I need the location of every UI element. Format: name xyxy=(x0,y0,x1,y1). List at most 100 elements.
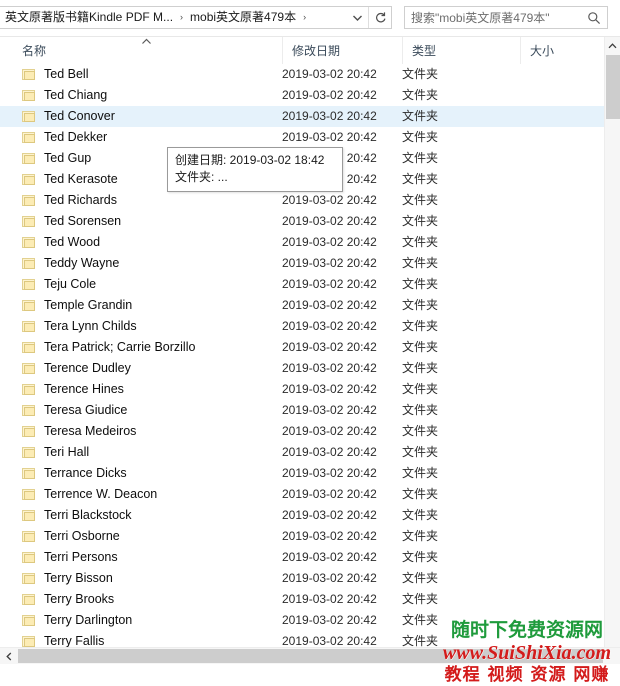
table-row[interactable]: Tera Lynn Childs 2019-03-02 20:42 文件夹 xyxy=(0,316,604,337)
scroll-left-arrow-icon[interactable] xyxy=(0,648,17,664)
row-name-cell[interactable]: Terry Bisson xyxy=(22,568,113,589)
row-type-cell: 文件夹 xyxy=(402,109,439,123)
row-name-cell[interactable]: Terence Hines xyxy=(22,379,124,400)
row-name-cell[interactable]: Terri Blackstock xyxy=(22,505,132,526)
breadcrumb-item-parent[interactable]: 英文原著版书籍Kindle PDF M... xyxy=(2,8,176,27)
row-name-cell[interactable]: Teresa Giudice xyxy=(22,400,127,421)
table-row[interactable]: Ted Bell 2019-03-02 20:42 文件夹 xyxy=(0,64,604,85)
row-date-cell: 2019-03-02 20:42 xyxy=(282,256,377,270)
column-header-size-label: 大小 xyxy=(530,44,555,58)
row-name-cell[interactable]: Ted Wood xyxy=(22,232,100,253)
table-row[interactable]: Terry Bisson 2019-03-02 20:42 文件夹 xyxy=(0,568,604,589)
row-name-cell[interactable]: Teri Hall xyxy=(22,442,89,463)
row-name-cell[interactable]: Terrence W. Deacon xyxy=(22,484,157,505)
row-name-cell[interactable]: Teju Cole xyxy=(22,274,96,295)
table-row[interactable]: Teri Hall 2019-03-02 20:42 文件夹 xyxy=(0,442,604,463)
folder-name-label: Ted Bell xyxy=(44,67,89,81)
row-type-cell: 文件夹 xyxy=(402,487,439,501)
folder-name-label: Ted Sorensen xyxy=(44,214,122,228)
search-box[interactable]: 搜索"mobi英文原著479本" xyxy=(404,6,608,29)
refresh-icon[interactable] xyxy=(368,7,391,28)
table-row[interactable]: Terrence W. Deacon 2019-03-02 20:42 文件夹 xyxy=(0,484,604,505)
table-row[interactable]: Teju Cole 2019-03-02 20:42 文件夹 xyxy=(0,274,604,295)
row-name-cell[interactable]: Ted Sorensen xyxy=(22,211,121,232)
column-header-type[interactable]: 类型 xyxy=(402,37,520,64)
row-name-cell[interactable]: Ted Dekker xyxy=(22,127,107,148)
address-bar[interactable]: 英文原著版书籍Kindle PDF M... › mobi英文原著479本 › xyxy=(0,6,392,29)
table-row[interactable]: Ted Richards 2019-03-02 20:42 文件夹 xyxy=(0,190,604,211)
table-row[interactable]: Ted Sorensen 2019-03-02 20:42 文件夹 xyxy=(0,211,604,232)
search-input[interactable]: 搜索"mobi英文原著479本" xyxy=(405,9,581,26)
table-row[interactable]: Terry Brooks 2019-03-02 20:42 文件夹 xyxy=(0,589,604,610)
table-row[interactable]: Terence Hines 2019-03-02 20:42 文件夹 xyxy=(0,379,604,400)
row-date-cell: 2019-03-02 20:42 xyxy=(282,445,377,459)
horizontal-scrollbar[interactable] xyxy=(0,647,620,664)
table-row[interactable]: Terry Darlington 2019-03-02 20:42 文件夹 xyxy=(0,610,604,631)
table-row[interactable]: Terri Persons 2019-03-02 20:42 文件夹 xyxy=(0,547,604,568)
table-row[interactable]: Terrance Dicks 2019-03-02 20:42 文件夹 xyxy=(0,463,604,484)
table-row[interactable]: Tera Patrick; Carrie Borzillo 2019-03-02 … xyxy=(0,337,604,358)
column-header-date[interactable]: 修改日期 xyxy=(282,37,402,64)
row-type-cell: 文件夹 xyxy=(402,277,439,291)
folder-name-label: Terri Osborne xyxy=(44,529,120,543)
table-row[interactable]: Ted Chiang 2019-03-02 20:42 文件夹 xyxy=(0,85,604,106)
folder-icon xyxy=(22,236,36,249)
row-type-cell: 文件夹 xyxy=(402,298,439,312)
vertical-scrollbar[interactable] xyxy=(604,37,620,654)
breadcrumb[interactable]: 英文原著版书籍Kindle PDF M... › mobi英文原著479本 › xyxy=(0,7,346,28)
table-row[interactable]: Temple Grandin 2019-03-02 20:42 文件夹 xyxy=(0,295,604,316)
row-type-cell: 文件夹 xyxy=(402,508,439,522)
row-name-cell[interactable]: Ted Bell xyxy=(22,64,88,85)
table-row[interactable]: Terence Dudley 2019-03-02 20:42 文件夹 xyxy=(0,358,604,379)
row-name-cell[interactable]: Tera Lynn Childs xyxy=(22,316,137,337)
row-name-cell[interactable]: Terry Darlington xyxy=(22,610,132,631)
row-date-cell: 2019-03-02 20:42 xyxy=(282,403,377,417)
row-name-cell[interactable]: Ted Kerasote xyxy=(22,169,118,190)
folder-name-label: Ted Chiang xyxy=(44,88,108,102)
row-type-cell: 文件夹 xyxy=(402,403,439,417)
table-row[interactable]: Teresa Giudice 2019-03-02 20:42 文件夹 xyxy=(0,400,604,421)
row-date-cell: 2019-03-02 20:42 xyxy=(282,613,377,627)
row-date-cell: 2019-03-02 20:42 xyxy=(282,88,377,102)
chevron-down-icon[interactable] xyxy=(346,7,368,28)
vertical-scrollbar-thumb[interactable] xyxy=(606,55,620,119)
row-name-cell[interactable]: Terrance Dicks xyxy=(22,463,127,484)
row-name-cell[interactable]: Ted Chiang xyxy=(22,85,107,106)
table-row[interactable]: Ted Dekker 2019-03-02 20:42 文件夹 xyxy=(0,127,604,148)
table-row[interactable]: Ted Wood 2019-03-02 20:42 文件夹 xyxy=(0,232,604,253)
file-tooltip: 创建日期: 2019-03-02 18:42 文件夹: ... xyxy=(167,147,343,192)
row-name-cell[interactable]: Ted Richards xyxy=(22,190,117,211)
row-name-cell[interactable]: Tera Patrick; Carrie Borzillo xyxy=(22,337,195,358)
row-name-cell[interactable]: Terence Dudley xyxy=(22,358,131,379)
search-icon[interactable] xyxy=(581,11,607,25)
folder-name-label: Ted Gup xyxy=(44,151,92,165)
row-name-cell[interactable]: Ted Conover xyxy=(22,106,115,127)
row-date-cell: 2019-03-02 20:42 xyxy=(282,466,377,480)
row-name-cell[interactable]: Terri Persons xyxy=(22,547,118,568)
row-name-cell[interactable]: Ted Gup xyxy=(22,148,91,169)
row-name-cell[interactable]: Terri Osborne xyxy=(22,526,120,547)
row-type-cell: 文件夹 xyxy=(402,445,439,459)
row-name-cell[interactable]: Teresa Medeiros xyxy=(22,421,136,442)
table-row[interactable]: Terri Blackstock 2019-03-02 20:42 文件夹 xyxy=(0,505,604,526)
table-row[interactable]: Teresa Medeiros 2019-03-02 20:42 文件夹 xyxy=(0,421,604,442)
row-type-cell: 文件夹 xyxy=(402,67,439,81)
tooltip-created-date: 创建日期: 2019-03-02 18:42 xyxy=(175,153,325,167)
table-row[interactable]: Ted Conover 2019-03-02 20:42 文件夹 xyxy=(0,106,604,127)
scroll-up-arrow-icon[interactable] xyxy=(605,37,620,54)
breadcrumb-item-current[interactable]: mobi英文原著479本 xyxy=(187,8,299,27)
row-name-cell[interactable]: Terry Brooks xyxy=(22,589,114,610)
table-row[interactable]: Terri Osborne 2019-03-02 20:42 文件夹 xyxy=(0,526,604,547)
horizontal-scrollbar-thumb[interactable] xyxy=(18,649,603,663)
folder-name-label: Terry Darlington xyxy=(44,613,133,627)
table-row[interactable]: Teddy Wayne 2019-03-02 20:42 文件夹 xyxy=(0,253,604,274)
folder-icon xyxy=(22,68,36,81)
row-date-cell: 2019-03-02 20:42 xyxy=(282,382,377,396)
folder-name-label: Terry Brooks xyxy=(44,592,115,606)
folder-icon xyxy=(22,341,36,354)
row-type-cell: 文件夹 xyxy=(402,235,439,249)
column-header-size[interactable]: 大小 xyxy=(520,37,604,64)
row-date-cell: 2019-03-02 20:42 xyxy=(282,193,377,207)
row-name-cell[interactable]: Teddy Wayne xyxy=(22,253,119,274)
row-name-cell[interactable]: Temple Grandin xyxy=(22,295,132,316)
